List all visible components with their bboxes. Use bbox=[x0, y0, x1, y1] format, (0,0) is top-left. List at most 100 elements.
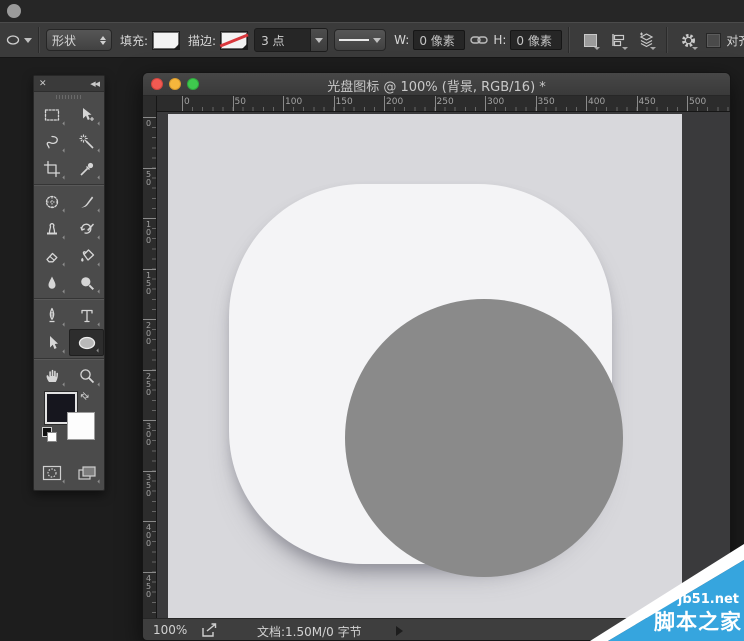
history-brush-tool[interactable] bbox=[69, 215, 104, 242]
ellipse-tool[interactable] bbox=[69, 329, 104, 356]
pen-tool[interactable] bbox=[34, 302, 69, 329]
chevron-down-icon bbox=[692, 47, 698, 50]
lasso-tool[interactable] bbox=[34, 128, 69, 155]
document-content: 050100150200250300350400450500 bbox=[143, 112, 730, 618]
path-arrangement-icon bbox=[638, 32, 655, 48]
solid-line-icon bbox=[339, 39, 369, 41]
fill-swatch[interactable] bbox=[152, 31, 180, 50]
path-selection-tool[interactable] bbox=[34, 329, 69, 356]
ruler-label: 200 bbox=[144, 321, 153, 345]
zoom-tool[interactable] bbox=[69, 362, 104, 389]
close-icon[interactable]: ✕ bbox=[39, 79, 47, 89]
document-window: 光盘图标 @ 100% (背景, RGB/16) * 0501001502002… bbox=[142, 72, 731, 641]
paint-bucket-tool[interactable] bbox=[69, 242, 104, 269]
canvas[interactable] bbox=[168, 114, 682, 618]
ruler-corner[interactable] bbox=[143, 96, 157, 112]
chevron-down-icon bbox=[24, 38, 32, 43]
export-icon[interactable] bbox=[201, 623, 219, 641]
toolbar-divider bbox=[34, 298, 104, 300]
rounded-square-shape bbox=[229, 184, 612, 564]
height-label: H: bbox=[493, 33, 506, 47]
clone-stamp-tool[interactable] bbox=[34, 215, 69, 242]
stroke-width-dropdown-button[interactable] bbox=[310, 29, 327, 51]
zoom-level-field[interactable]: 100% bbox=[153, 623, 187, 637]
default-colors-icon[interactable] bbox=[42, 427, 58, 443]
background-color-swatch[interactable] bbox=[67, 412, 95, 440]
tools-panel-header[interactable]: ✕ ◀◀ bbox=[34, 76, 104, 92]
blur-tool[interactable] bbox=[34, 269, 69, 296]
tool-mode-select[interactable]: 形状 bbox=[46, 29, 112, 51]
vertical-ruler[interactable]: 050100150200250300350400450500 bbox=[143, 112, 157, 618]
ruler-label: 100 bbox=[144, 220, 153, 244]
record-orb-icon bbox=[7, 4, 21, 18]
ruler-tick bbox=[536, 96, 537, 111]
align-edges-checkbox[interactable] bbox=[706, 33, 721, 48]
path-alignment-button[interactable] bbox=[607, 29, 629, 51]
link-dimensions-icon bbox=[470, 34, 488, 46]
type-tool[interactable] bbox=[69, 302, 104, 329]
toolbar-divider bbox=[34, 358, 104, 360]
gray-circle-shape bbox=[345, 299, 623, 577]
document-info[interactable]: 文档:1.50M/0 字节 bbox=[257, 623, 362, 640]
path-operations-button[interactable] bbox=[579, 29, 601, 51]
geometry-options-button[interactable] bbox=[677, 29, 699, 51]
eyedropper-tool[interactable] bbox=[69, 155, 104, 182]
ruler-label: 500 bbox=[689, 97, 706, 107]
collapse-icon[interactable]: ◀◀ bbox=[90, 80, 99, 88]
ruler-tick bbox=[182, 96, 183, 111]
tool-preset-button[interactable] bbox=[4, 31, 32, 49]
horizontal-ruler-row: 050100150200250300350400450500 bbox=[143, 96, 730, 112]
tool-preset-icon bbox=[4, 31, 22, 49]
shape-height-value: 0 像素 bbox=[516, 32, 551, 49]
ruler-tick bbox=[334, 96, 335, 111]
ruler-tick bbox=[143, 319, 156, 320]
stroke-width-value[interactable]: 3 点 bbox=[255, 29, 310, 51]
status-popup-arrow-icon[interactable] bbox=[396, 626, 403, 636]
ruler-label: 350 bbox=[144, 473, 153, 497]
options-separator bbox=[38, 27, 40, 53]
dodge-tool[interactable] bbox=[69, 269, 104, 296]
path-operations-icon bbox=[583, 33, 598, 48]
options-bar: 形状 填充: 描边: 3 点 W: 0 像素 H: 0 像素 bbox=[0, 22, 744, 58]
hand-tool[interactable] bbox=[34, 362, 69, 389]
ruler-tick bbox=[485, 96, 486, 111]
stroke-width-combo[interactable]: 3 点 bbox=[254, 28, 328, 52]
brush-tool[interactable] bbox=[69, 188, 104, 215]
crop-tool[interactable] bbox=[34, 155, 69, 182]
stroke-swatch[interactable] bbox=[220, 31, 248, 50]
link-dimensions-button[interactable] bbox=[468, 29, 490, 51]
ruler-label: 0 bbox=[144, 119, 153, 127]
ruler-label: 450 bbox=[639, 97, 656, 107]
path-alignment-icon bbox=[610, 32, 626, 48]
quick-mask-button[interactable] bbox=[34, 459, 69, 486]
screen-mode-button[interactable] bbox=[69, 459, 104, 486]
ruler-label: 150 bbox=[144, 271, 153, 295]
rectangular-marquee-tool[interactable] bbox=[34, 101, 69, 128]
ruler-tick bbox=[586, 96, 587, 111]
spot-healing-brush-tool[interactable] bbox=[34, 188, 69, 215]
eraser-tool[interactable] bbox=[34, 242, 69, 269]
ruler-tick bbox=[143, 218, 156, 219]
menubar-strip bbox=[0, 0, 744, 22]
path-arrangement-button[interactable] bbox=[635, 29, 657, 51]
panel-grip[interactable] bbox=[34, 92, 104, 101]
stroke-type-dropdown[interactable] bbox=[334, 29, 386, 51]
shape-width-field[interactable]: 0 像素 bbox=[413, 30, 465, 50]
magic-wand-tool[interactable] bbox=[69, 128, 104, 155]
ruler-label: 400 bbox=[144, 523, 153, 547]
align-edges-label: 对齐边缘 bbox=[726, 32, 744, 49]
ruler-label: 50 bbox=[144, 170, 153, 186]
chevron-down-icon bbox=[594, 47, 600, 50]
ruler-label: 400 bbox=[588, 97, 605, 107]
stroke-label: 描边: bbox=[188, 32, 216, 49]
horizontal-ruler[interactable]: 050100150200250300350400450500 bbox=[157, 96, 730, 111]
chevron-down-icon bbox=[373, 38, 381, 43]
tool-grid bbox=[34, 101, 104, 389]
document-titlebar[interactable]: 光盘图标 @ 100% (背景, RGB/16) * bbox=[143, 73, 730, 96]
swatch-corner-icon bbox=[242, 44, 247, 49]
photoshop-app: 形状 填充: 描边: 3 点 W: 0 像素 H: 0 像素 bbox=[0, 0, 744, 641]
shape-height-field[interactable]: 0 像素 bbox=[510, 30, 562, 50]
ruler-label: 350 bbox=[538, 97, 555, 107]
swap-colors-icon[interactable]: ⇄ bbox=[77, 390, 91, 404]
move-tool[interactable] bbox=[69, 101, 104, 128]
